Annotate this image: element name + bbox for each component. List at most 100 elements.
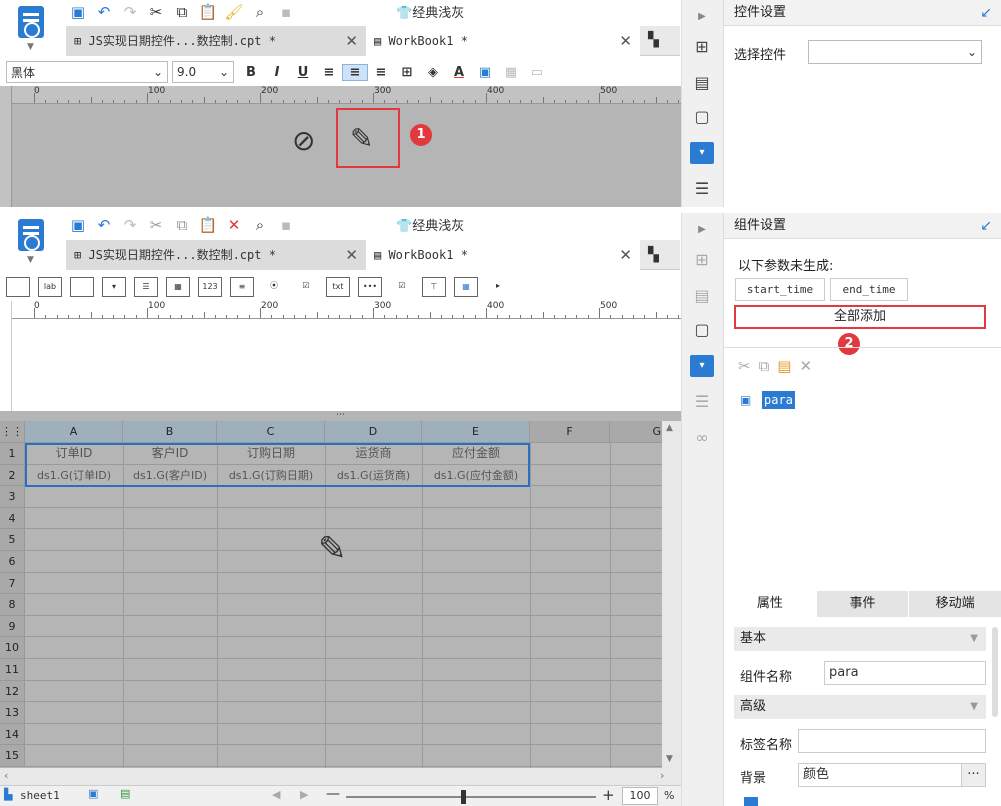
zoom-in-icon[interactable]: + (602, 786, 615, 804)
paste-icon[interactable]: 📋 (196, 214, 220, 236)
section-advanced[interactable]: 高级 ▼ (734, 695, 986, 719)
align-center-icon[interactable]: ≡ (342, 63, 368, 81)
column-header[interactable]: B (123, 421, 217, 443)
copy-icon[interactable]: ⧉ (170, 214, 194, 236)
password-widget-icon[interactable]: ••• (358, 277, 382, 297)
next-sheet-icon[interactable]: ▶ (300, 788, 308, 801)
align-right-icon[interactable]: ≡ (368, 65, 394, 80)
column-header[interactable]: D (325, 421, 422, 443)
combobox-widget-icon[interactable]: ▾ (102, 277, 126, 297)
add-report-icon[interactable]: ▤ (120, 787, 130, 800)
more-widgets-icon[interactable]: ▸ (486, 277, 510, 297)
close-icon[interactable]: ✕ (345, 26, 358, 56)
column-header[interactable]: G (610, 421, 662, 443)
splitter-handle[interactable]: ⋯ (0, 411, 681, 421)
column-header[interactable]: E (422, 421, 530, 443)
eye-hidden-icon[interactable]: ⊘ (292, 124, 315, 157)
list-widget-icon[interactable]: ☰ (134, 277, 158, 297)
prev-sheet-icon[interactable]: ◀ (272, 788, 280, 801)
row-header[interactable]: 9 (0, 615, 25, 638)
format-brush-icon[interactable]: 🖌 (222, 1, 246, 23)
scroll-right-icon[interactable]: › (660, 769, 664, 782)
cell-attribute-icon[interactable]: ▤ (690, 72, 714, 94)
row-header[interactable]: 8 (0, 594, 25, 616)
tab-js-date[interactable]: ⊞ JS实现日期控件...数控制.cpt * ✕ (66, 240, 366, 270)
fill-color-icon[interactable]: ◈ (420, 65, 446, 80)
tab-menu-icon[interactable]: ▚ (648, 247, 659, 263)
redo-icon[interactable]: ↷ (118, 214, 142, 236)
cell-attribute-icon[interactable]: ▤ (690, 285, 714, 307)
close-icon[interactable]: ✕ (345, 240, 358, 270)
theme-switcher[interactable]: 👕经典浅灰 (396, 2, 464, 21)
float-element-icon[interactable]: ▢ (690, 106, 714, 128)
cut-icon[interactable]: ✂ (144, 214, 168, 236)
scroll-left-icon[interactable]: ‹ (4, 769, 8, 782)
close-icon[interactable]: ✕ (619, 240, 632, 270)
tab-js-date[interactable]: ⊞ JS实现日期控件...数控制.cpt * ✕ (66, 26, 366, 56)
widget-name-input[interactable]: para (824, 661, 986, 685)
background-select[interactable]: 颜色 ··· (798, 763, 986, 787)
row-header[interactable]: 10 (0, 637, 25, 659)
column-header[interactable]: F (530, 421, 610, 443)
horizontal-scrollbar[interactable]: ‹ › (0, 768, 681, 785)
cell-element-icon[interactable]: ⊞ (690, 36, 714, 58)
italic-icon[interactable]: I (264, 65, 290, 80)
add-sheet-icon[interactable]: ▣ (88, 787, 98, 800)
checkgroup-widget-icon[interactable]: ☑ (390, 277, 414, 297)
row-header[interactable]: 14 (0, 723, 25, 746)
align-left-icon[interactable]: ≡ (316, 65, 342, 80)
row-header[interactable]: 5 (0, 529, 25, 551)
insert-image-icon[interactable]: ▣ (472, 65, 498, 80)
table-widget-icon[interactable]: ▦ (454, 277, 478, 297)
pin-icon[interactable]: ↙ (980, 0, 992, 26)
app-menu-button[interactable]: ▼ (14, 217, 48, 265)
preview-icon[interactable]: ⌕ (248, 1, 272, 23)
widget-settings-icon[interactable]: ▾ (690, 355, 714, 377)
cut-icon[interactable]: ✂ (738, 357, 759, 375)
zoom-thumb[interactable] (461, 790, 466, 804)
app-menu-button[interactable]: ▼ (14, 4, 48, 52)
sheet-tab[interactable]: sheet1 (20, 789, 60, 802)
collapse-arrow-icon[interactable]: ▶ (690, 219, 714, 241)
widget-settings-icon[interactable]: ▾ (690, 142, 714, 164)
tree-widget-icon[interactable]: ⊤ (422, 277, 446, 297)
copy-icon[interactable]: ⧉ (170, 1, 194, 23)
tab-events[interactable]: 事件 (817, 591, 910, 617)
select-all-corner[interactable]: ⋮⋮ (0, 421, 25, 443)
column-header[interactable]: C (217, 421, 325, 443)
link-icon[interactable]: ∞ (690, 427, 714, 449)
tab-properties[interactable]: 属性 (724, 591, 817, 617)
border-icon[interactable]: ⊞ (394, 65, 420, 80)
underline-icon[interactable]: U (290, 65, 316, 80)
zoom-slider[interactable] (346, 796, 596, 798)
tab-mobile[interactable]: 移动端 (909, 591, 1001, 617)
param-button-start-time[interactable]: start_time (735, 278, 825, 301)
delete-icon[interactable]: ✕ (799, 357, 820, 375)
delete-icon[interactable]: ✕ (222, 214, 246, 236)
vertical-scrollbar[interactable]: ▲ ▼ (662, 421, 681, 768)
tree-item-para[interactable]: para (762, 391, 795, 409)
tab-workbook1[interactable]: ▤ WorkBook1 * ✕ (366, 240, 640, 270)
paste-icon[interactable]: ▤ (777, 357, 799, 375)
section-basic[interactable]: 基本 ▼ (734, 627, 986, 651)
zoom-input[interactable]: 100 (622, 787, 658, 805)
row-header[interactable]: 12 (0, 680, 25, 703)
font-select[interactable]: 黑体 ⌄ (6, 61, 168, 83)
cut-icon[interactable]: ✂ (144, 1, 168, 23)
scroll-up-icon[interactable]: ▲ (666, 423, 673, 433)
bold-icon[interactable]: B (238, 65, 264, 80)
undo-icon[interactable]: ↶ (92, 214, 116, 236)
row-header[interactable]: 4 (0, 507, 25, 530)
row-header[interactable]: 6 (0, 551, 25, 573)
font-color-icon[interactable]: A (446, 65, 472, 80)
scroll-down-icon[interactable]: ▼ (666, 754, 673, 764)
redo-icon[interactable]: ↷ (118, 1, 142, 23)
paste-icon[interactable]: 📋 (196, 1, 220, 23)
close-icon[interactable]: ✕ (619, 26, 632, 56)
row-header[interactable]: 7 (0, 572, 25, 595)
row-header[interactable]: 15 (0, 745, 25, 767)
pin-icon[interactable]: ↙ (980, 213, 992, 239)
save-icon[interactable]: ▣ (66, 1, 90, 23)
tag-name-input[interactable] (798, 729, 986, 753)
float-element-icon[interactable]: ▢ (690, 319, 714, 341)
